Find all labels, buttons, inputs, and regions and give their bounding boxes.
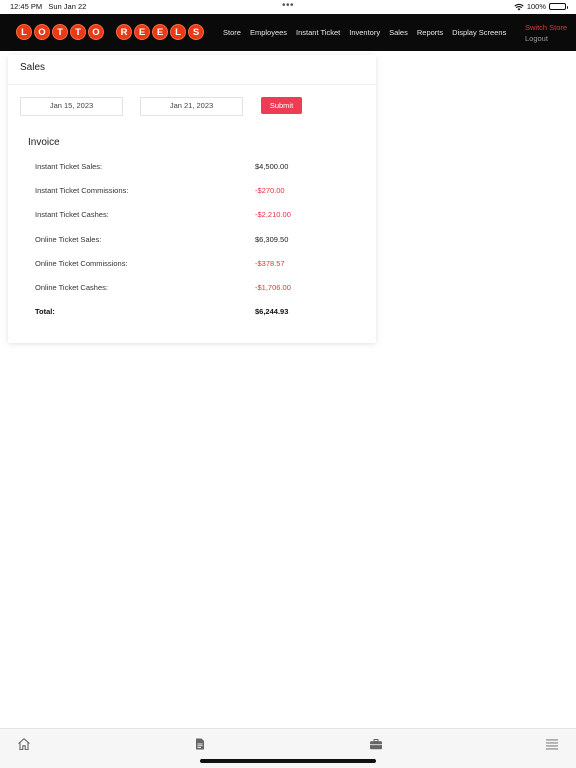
battery-icon [549, 3, 568, 10]
sales-title: Sales [8, 55, 376, 85]
nav-instant-ticket[interactable]: Instant Ticket [296, 28, 340, 37]
nav-inventory[interactable]: Inventory [349, 28, 380, 37]
nav-store[interactable]: Store [223, 28, 241, 37]
date-to-input[interactable]: Jan 21, 2023 [140, 97, 243, 116]
invoice-row: Instant Ticket Cashes: -$2,210.00 [35, 210, 355, 234]
briefcase-icon[interactable] [369, 737, 383, 751]
invoice-row-value: -$270.00 [255, 186, 285, 196]
invoice-row-value: -$2,210.00 [255, 210, 291, 220]
multitasking-dots-icon[interactable]: ••• [282, 0, 294, 11]
date-from-input[interactable]: Jan 15, 2023 [20, 97, 123, 116]
nav-employees[interactable]: Employees [250, 28, 287, 37]
status-time: 12:45 PM Sun Jan 22 [10, 2, 87, 11]
invoice-row: Instant Ticket Commissions: -$270.00 [35, 186, 355, 210]
invoice-table: Instant Ticket Sales: $4,500.00 Instant … [35, 162, 355, 331]
logo-ball: O [34, 24, 50, 40]
home-indicator[interactable] [200, 759, 376, 763]
logo-ball: L [16, 24, 32, 40]
nav-sales[interactable]: Sales [389, 28, 408, 37]
invoice-row-value: $6,309.50 [255, 234, 289, 244]
menu-icon[interactable] [545, 737, 559, 751]
wifi-icon [514, 3, 524, 10]
status-bar: 12:45 PM Sun Jan 22 ••• 100% [0, 0, 576, 14]
status-right: 100% [514, 2, 568, 11]
invoice-total-value: $6,244.93 [255, 307, 289, 317]
invoice-title: Invoice [28, 137, 60, 148]
home-icon[interactable] [17, 737, 31, 751]
logo-ball: S [188, 24, 204, 40]
lotto-reels-logo[interactable]: LOTTOREELS [16, 24, 204, 40]
invoice-row: Online Ticket Cashes: -$1,706.00 [35, 283, 355, 307]
logo-ball: T [52, 24, 68, 40]
logo-ball: E [134, 24, 150, 40]
nav-display-screens[interactable]: Display Screens [452, 28, 506, 37]
submit-button[interactable]: Submit [261, 97, 302, 114]
logo-ball: R [116, 24, 132, 40]
invoice-row-value: -$378.57 [255, 258, 285, 268]
invoice-row-label: Online Ticket Sales: [35, 234, 102, 244]
logo-spacer [106, 24, 114, 40]
logout-link[interactable]: Logout [525, 33, 567, 44]
switch-store-link[interactable]: Switch Store [525, 22, 567, 33]
invoice-row-value: $4,500.00 [255, 162, 289, 171]
invoice-row: Online Ticket Sales: $6,309.50 [35, 235, 355, 259]
invoice-row-label: Online Ticket Commissions: [35, 258, 128, 268]
invoice-row-label: Online Ticket Cashes: [35, 282, 108, 292]
nav-account: Switch Store Logout [525, 22, 567, 44]
nav-links: Store Employees Instant Ticket Inventory… [223, 28, 506, 37]
invoice-row-label: Instant Ticket Sales: [35, 162, 103, 171]
top-navbar: LOTTOREELS Store Employees Instant Ticke… [0, 14, 576, 51]
nav-reports[interactable]: Reports [417, 28, 443, 37]
sales-card: Sales Jan 15, 2023 Jan 21, 2023 Submit I… [8, 55, 376, 343]
document-icon[interactable] [193, 737, 207, 751]
battery-percent: 100% [526, 2, 546, 11]
logo-ball: O [88, 24, 104, 40]
invoice-row-label: Instant Ticket Cashes: [35, 210, 109, 220]
invoice-total-label: Total: [35, 307, 55, 317]
invoice-row-value: -$1,706.00 [255, 282, 291, 292]
logo-ball: L [170, 24, 186, 40]
invoice-row: Online Ticket Commissions: -$378.57 [35, 259, 355, 283]
logo-ball: E [152, 24, 168, 40]
logo-ball: T [70, 24, 86, 40]
invoice-total-row: Total: $6,244.93 [35, 307, 355, 331]
invoice-row-label: Instant Ticket Commissions: [35, 186, 129, 196]
invoice-row: Instant Ticket Sales: $4,500.00 [35, 162, 355, 186]
